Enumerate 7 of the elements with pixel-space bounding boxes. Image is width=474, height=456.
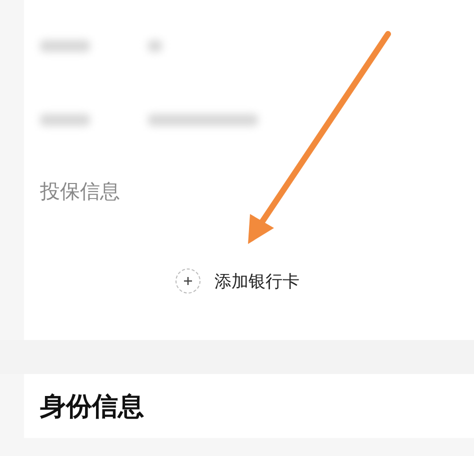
blurred-value — [148, 40, 162, 52]
blurred-label — [40, 114, 90, 126]
section-title: 投保信息 — [40, 178, 120, 204]
section-title: 身份信息 — [40, 390, 145, 424]
add-icon — [174, 268, 200, 294]
add-bank-card-button[interactable]: 添加银行卡 — [170, 264, 304, 298]
blurred-label — [40, 40, 90, 52]
